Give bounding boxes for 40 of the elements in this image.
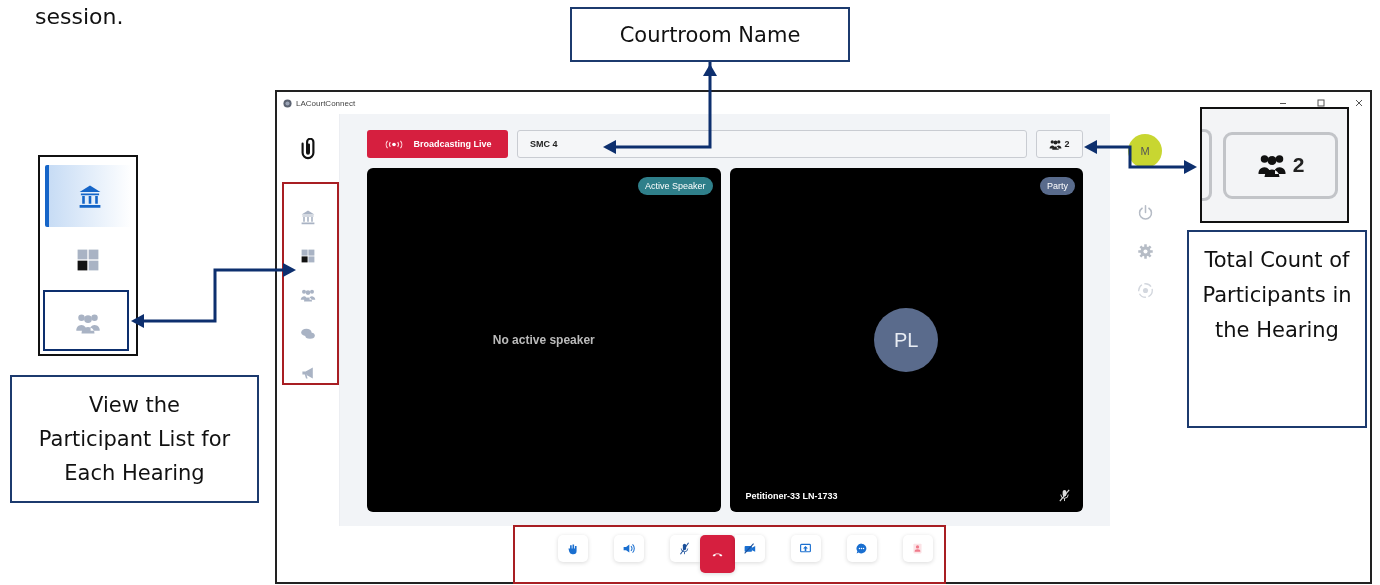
- body-text: session.: [35, 4, 124, 30]
- share-button[interactable]: [790, 535, 821, 562]
- camera-off-button[interactable]: [734, 535, 765, 562]
- speaker-button[interactable]: [613, 535, 644, 562]
- user-avatar[interactable]: M: [1128, 134, 1162, 168]
- window-title: LACourtConnect: [296, 98, 356, 108]
- callout-box: Courtroom Name: [570, 7, 850, 62]
- close-icon[interactable]: [1354, 98, 1364, 108]
- participant-count-button[interactable]: 2: [1223, 131, 1338, 199]
- people-icon: [1049, 137, 1063, 151]
- paperclip-icon: [299, 138, 317, 162]
- hang-up-button[interactable]: [699, 535, 735, 573]
- role-badge: Active Speaker: [637, 177, 713, 195]
- hand-icon: [566, 542, 579, 555]
- hand-button[interactable]: [557, 535, 588, 562]
- tile-message: No active speaker: [492, 333, 595, 347]
- megaphone-icon: [300, 365, 316, 381]
- chat-icon: [300, 326, 316, 342]
- muted-mic-icon: [678, 542, 691, 555]
- screen-share-icon: [799, 542, 812, 555]
- courtroom-name-field: SMC 4: [517, 130, 1027, 158]
- courtroom-name-field: [1202, 129, 1212, 201]
- role-badge: Party: [1040, 177, 1075, 195]
- callout-box: View the Participant List for Each Hearing: [10, 375, 259, 503]
- speaker-icon: [622, 542, 635, 555]
- camera-off-icon: [743, 542, 756, 555]
- courthouse-icon: [300, 209, 316, 225]
- maximize-icon[interactable]: [1316, 98, 1326, 108]
- people-icon: [300, 287, 316, 303]
- chat-icon: [855, 542, 868, 555]
- person-icon: [911, 542, 924, 555]
- initials-avatar: PL: [874, 308, 939, 372]
- grid-icon: [300, 248, 316, 264]
- broadcasting-live-badge: Broadcasting Live: [367, 130, 508, 158]
- chat-button[interactable]: [846, 535, 877, 562]
- participant-name: Petitioner-33 LN-1733: [745, 491, 838, 501]
- callout-box: Total Count of Participants in the Hearing: [1187, 230, 1367, 428]
- participant-count-button[interactable]: 2: [1036, 130, 1083, 158]
- app-logo-icon: [283, 98, 292, 108]
- mic-off-button[interactable]: [669, 535, 700, 562]
